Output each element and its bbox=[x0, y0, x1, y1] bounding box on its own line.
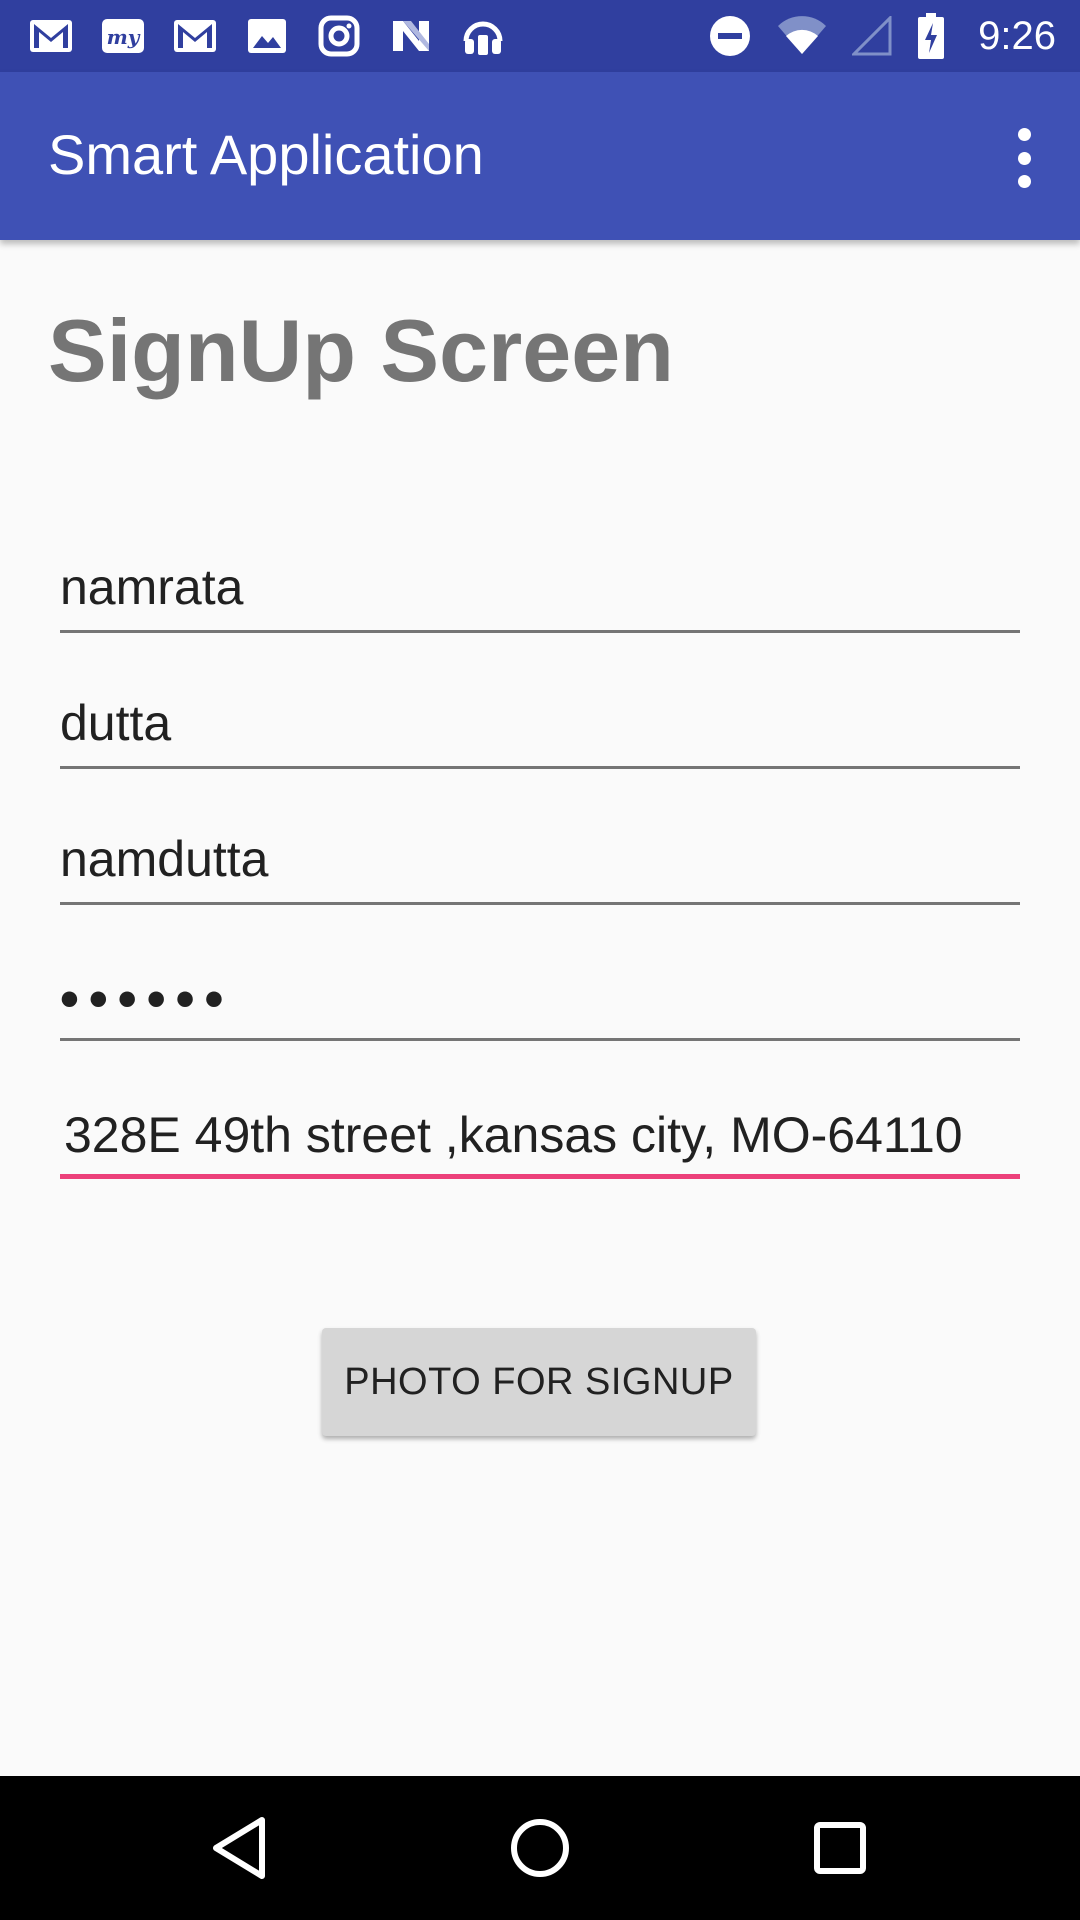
notification-icons: my bbox=[28, 14, 532, 58]
status-clock: 9:26 bbox=[978, 13, 1056, 58]
cell-signal-icon bbox=[852, 16, 892, 56]
headphones-icon bbox=[460, 14, 506, 58]
recents-icon[interactable] bbox=[804, 1812, 876, 1884]
instagram-icon bbox=[316, 14, 362, 58]
back-icon[interactable] bbox=[204, 1812, 276, 1884]
password-field[interactable]: •••••• bbox=[60, 958, 1020, 1041]
password-value: •••••• bbox=[60, 969, 234, 1029]
nova-icon bbox=[388, 14, 434, 58]
address-value: 328E 49th street ,kansas city, MO-64110 bbox=[64, 1107, 963, 1163]
page-title: SignUp Screen bbox=[48, 301, 674, 400]
overflow-dot bbox=[1017, 128, 1031, 141]
signup-screen: my 9:26 Smart Application SignUp Screen … bbox=[0, 0, 1080, 1920]
myntra-icon: my bbox=[100, 14, 146, 58]
gmail-icon bbox=[172, 14, 218, 58]
username-value: namdutta bbox=[60, 831, 269, 887]
overflow-dot bbox=[1017, 151, 1031, 165]
app-bar: Smart Application bbox=[0, 72, 1080, 240]
photo-for-signup-button[interactable]: PHOTO FOR SIGNUP bbox=[322, 1328, 756, 1436]
battery-charging-icon bbox=[918, 13, 945, 59]
navigation-bar bbox=[0, 1776, 1080, 1920]
last-name-field[interactable]: dutta bbox=[60, 686, 1020, 769]
home-icon[interactable] bbox=[504, 1812, 576, 1884]
app-title: Smart Application bbox=[48, 123, 484, 186]
username-field[interactable]: namdutta bbox=[60, 822, 1020, 905]
gmail-icon bbox=[28, 14, 74, 58]
gallery-icon bbox=[244, 14, 290, 58]
system-icons: 9:26 bbox=[682, 12, 1056, 60]
do-not-disturb-icon bbox=[708, 14, 752, 58]
svg-text:my: my bbox=[107, 25, 141, 49]
status-bar: my 9:26 bbox=[0, 0, 1080, 72]
last-name-value: dutta bbox=[60, 695, 172, 751]
first-name-field[interactable]: namrata bbox=[60, 550, 1020, 633]
overflow-menu-icon[interactable] bbox=[1004, 128, 1044, 188]
address-field[interactable]: 328E 49th street ,kansas city, MO-64110 bbox=[60, 1094, 1020, 1179]
wifi-icon bbox=[778, 16, 827, 56]
overflow-dot bbox=[1017, 175, 1031, 188]
first-name-value: namrata bbox=[60, 559, 244, 615]
